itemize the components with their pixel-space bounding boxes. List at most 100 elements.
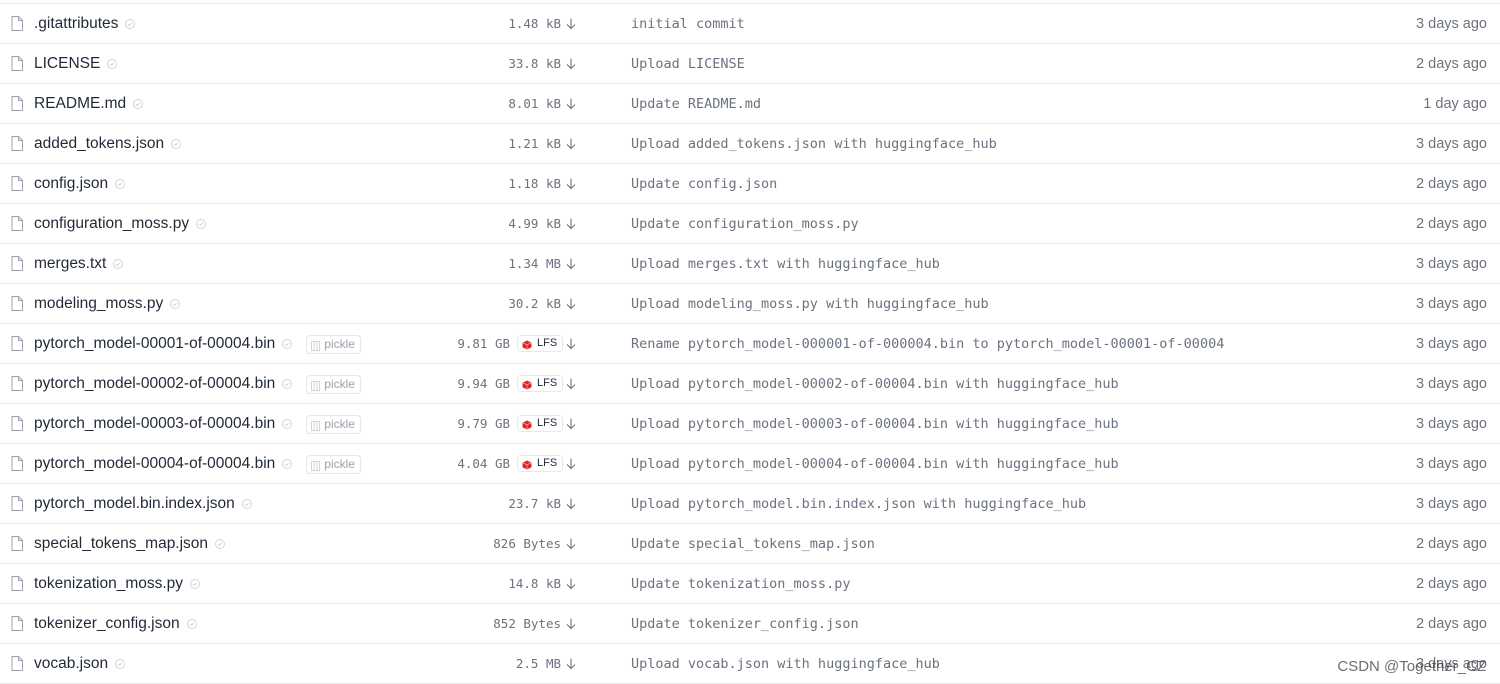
download-icon[interactable] bbox=[566, 338, 576, 350]
file-name-link[interactable]: tokenization_moss.py bbox=[34, 564, 201, 604]
file-name-link[interactable]: LICENSE bbox=[34, 44, 118, 84]
safe-check-icon[interactable] bbox=[282, 459, 293, 469]
download-icon[interactable] bbox=[566, 578, 576, 590]
file-name: config.json bbox=[34, 175, 109, 192]
safe-check-icon[interactable] bbox=[113, 259, 124, 269]
commit-time: 2 days ago bbox=[1416, 576, 1487, 592]
lfs-cube-icon bbox=[522, 419, 532, 429]
pickle-badge[interactable]: pickle bbox=[306, 454, 361, 474]
file-icon bbox=[11, 576, 23, 591]
pickle-badge[interactable]: pickle bbox=[306, 374, 361, 394]
commit-message-link[interactable]: Upload merges.txt with huggingface_hub bbox=[631, 244, 1239, 284]
file-name-link[interactable]: vocab.json bbox=[34, 644, 126, 684]
file-row: modeling_moss.py 30.2 kB Upload modeling… bbox=[0, 284, 1500, 324]
file-list: .gitattributes 1.48 kB initial commit 3 … bbox=[0, 3, 1500, 684]
file-name-link[interactable]: modeling_moss.py bbox=[34, 284, 181, 324]
pickle-icon bbox=[311, 379, 321, 391]
commit-message-link[interactable]: Update tokenization_moss.py bbox=[631, 564, 1239, 604]
commit-message-link[interactable]: Update tokenizer_config.json bbox=[631, 604, 1239, 644]
pickle-icon bbox=[311, 459, 321, 471]
safe-check-icon[interactable] bbox=[215, 539, 226, 549]
download-icon[interactable] bbox=[566, 138, 576, 150]
commit-message-link[interactable]: Upload vocab.json with huggingface_hub bbox=[631, 644, 1239, 684]
file-name-link[interactable]: added_tokens.json bbox=[34, 124, 182, 164]
download-icon[interactable] bbox=[566, 538, 576, 550]
file-icon bbox=[11, 216, 23, 231]
commit-message-link[interactable]: initial commit bbox=[631, 4, 1239, 44]
file-name-link[interactable]: merges.txt bbox=[34, 244, 124, 284]
safe-check-icon[interactable] bbox=[186, 619, 197, 629]
file-icon bbox=[11, 416, 23, 431]
download-icon[interactable] bbox=[566, 618, 576, 630]
safe-check-icon[interactable] bbox=[241, 499, 252, 509]
commit-message-link[interactable]: Upload pytorch_model.bin.index.json with… bbox=[631, 484, 1239, 524]
file-name-link[interactable]: tokenizer_config.json bbox=[34, 604, 197, 644]
commit-message-link[interactable]: Upload LICENSE bbox=[631, 44, 1239, 84]
safe-check-icon[interactable] bbox=[107, 59, 118, 69]
file-row: pytorch_model-00004-of-00004.bin pickle … bbox=[0, 444, 1500, 484]
file-row: added_tokens.json 1.21 kB Upload added_t… bbox=[0, 124, 1500, 164]
file-name-link[interactable]: pytorch_model.bin.index.json bbox=[34, 484, 252, 524]
safe-check-icon[interactable] bbox=[196, 219, 207, 229]
commit-message-link[interactable]: Update README.md bbox=[631, 84, 1239, 124]
file-name-link[interactable]: pytorch_model-00004-of-00004.bin pickle bbox=[34, 444, 361, 484]
download-icon[interactable] bbox=[566, 178, 576, 190]
download-icon[interactable] bbox=[566, 498, 576, 510]
file-size: 1.34 MB bbox=[508, 256, 561, 271]
lfs-badge[interactable]: LFS bbox=[517, 375, 564, 392]
safe-check-icon[interactable] bbox=[282, 339, 293, 349]
download-icon[interactable] bbox=[566, 378, 576, 390]
safe-check-icon[interactable] bbox=[115, 659, 126, 669]
lfs-badge[interactable]: LFS bbox=[517, 415, 564, 432]
commit-message-link[interactable]: Upload modeling_moss.py with huggingface… bbox=[631, 284, 1239, 324]
commit-message-link[interactable]: Update config.json bbox=[631, 164, 1239, 204]
file-name-link[interactable]: .gitattributes bbox=[34, 4, 136, 44]
file-row: pytorch_model-00003-of-00004.bin pickle … bbox=[0, 404, 1500, 444]
commit-message-link[interactable]: Upload pytorch_model-00002-of-00004.bin … bbox=[631, 364, 1239, 404]
safe-check-icon[interactable] bbox=[171, 139, 182, 149]
commit-message-link[interactable]: Update configuration_moss.py bbox=[631, 204, 1239, 244]
safe-check-icon[interactable] bbox=[170, 299, 181, 309]
file-name-link[interactable]: special_tokens_map.json bbox=[34, 524, 226, 564]
file-name-link[interactable]: config.json bbox=[34, 164, 126, 204]
download-icon[interactable] bbox=[566, 418, 576, 430]
download-icon[interactable] bbox=[566, 58, 576, 70]
file-icon bbox=[11, 56, 23, 71]
file-name-link[interactable]: pytorch_model-00003-of-00004.bin pickle bbox=[34, 404, 361, 444]
lfs-label: LFS bbox=[537, 457, 558, 469]
safe-check-icon[interactable] bbox=[190, 579, 201, 589]
safe-check-icon[interactable] bbox=[125, 19, 136, 29]
pickle-badge[interactable]: pickle bbox=[306, 414, 361, 434]
file-name-link[interactable]: pytorch_model-00001-of-00004.bin pickle bbox=[34, 324, 361, 364]
commit-time: 1 day ago bbox=[1423, 96, 1487, 112]
file-name-link[interactable]: configuration_moss.py bbox=[34, 204, 207, 244]
commit-message-link[interactable]: Upload added_tokens.json with huggingfac… bbox=[631, 124, 1239, 164]
pickle-badge[interactable]: pickle bbox=[306, 334, 361, 354]
safe-check-icon[interactable] bbox=[282, 419, 293, 429]
download-icon[interactable] bbox=[566, 658, 576, 670]
commit-message-link[interactable]: Upload pytorch_model-00003-of-00004.bin … bbox=[631, 404, 1239, 444]
file-name-link[interactable]: README.md bbox=[34, 84, 144, 124]
commit-message-link[interactable]: Rename pytorch_model-000001-of-000004.bi… bbox=[631, 324, 1239, 364]
download-icon[interactable] bbox=[566, 458, 576, 470]
safe-check-icon[interactable] bbox=[133, 99, 144, 109]
file-name: special_tokens_map.json bbox=[34, 535, 209, 552]
download-icon[interactable] bbox=[566, 218, 576, 230]
download-icon[interactable] bbox=[566, 18, 576, 30]
commit-message-link[interactable]: Update special_tokens_map.json bbox=[631, 524, 1239, 564]
file-size: 9.81 GB bbox=[457, 336, 510, 351]
commit-time: 3 days ago bbox=[1416, 656, 1487, 672]
download-icon[interactable] bbox=[566, 98, 576, 110]
download-icon[interactable] bbox=[566, 298, 576, 310]
safe-check-icon[interactable] bbox=[115, 179, 126, 189]
commit-message-link[interactable]: Upload pytorch_model-00004-of-00004.bin … bbox=[631, 444, 1239, 484]
pickle-label: pickle bbox=[324, 376, 355, 391]
file-name-link[interactable]: pytorch_model-00002-of-00004.bin pickle bbox=[34, 364, 361, 404]
file-size: 9.79 GB bbox=[457, 416, 510, 431]
lfs-badge[interactable]: LFS bbox=[517, 455, 564, 472]
file-icon bbox=[11, 136, 23, 151]
lfs-badge[interactable]: LFS bbox=[517, 335, 564, 352]
download-icon[interactable] bbox=[566, 258, 576, 270]
safe-check-icon[interactable] bbox=[282, 379, 293, 389]
file-icon bbox=[11, 536, 23, 551]
